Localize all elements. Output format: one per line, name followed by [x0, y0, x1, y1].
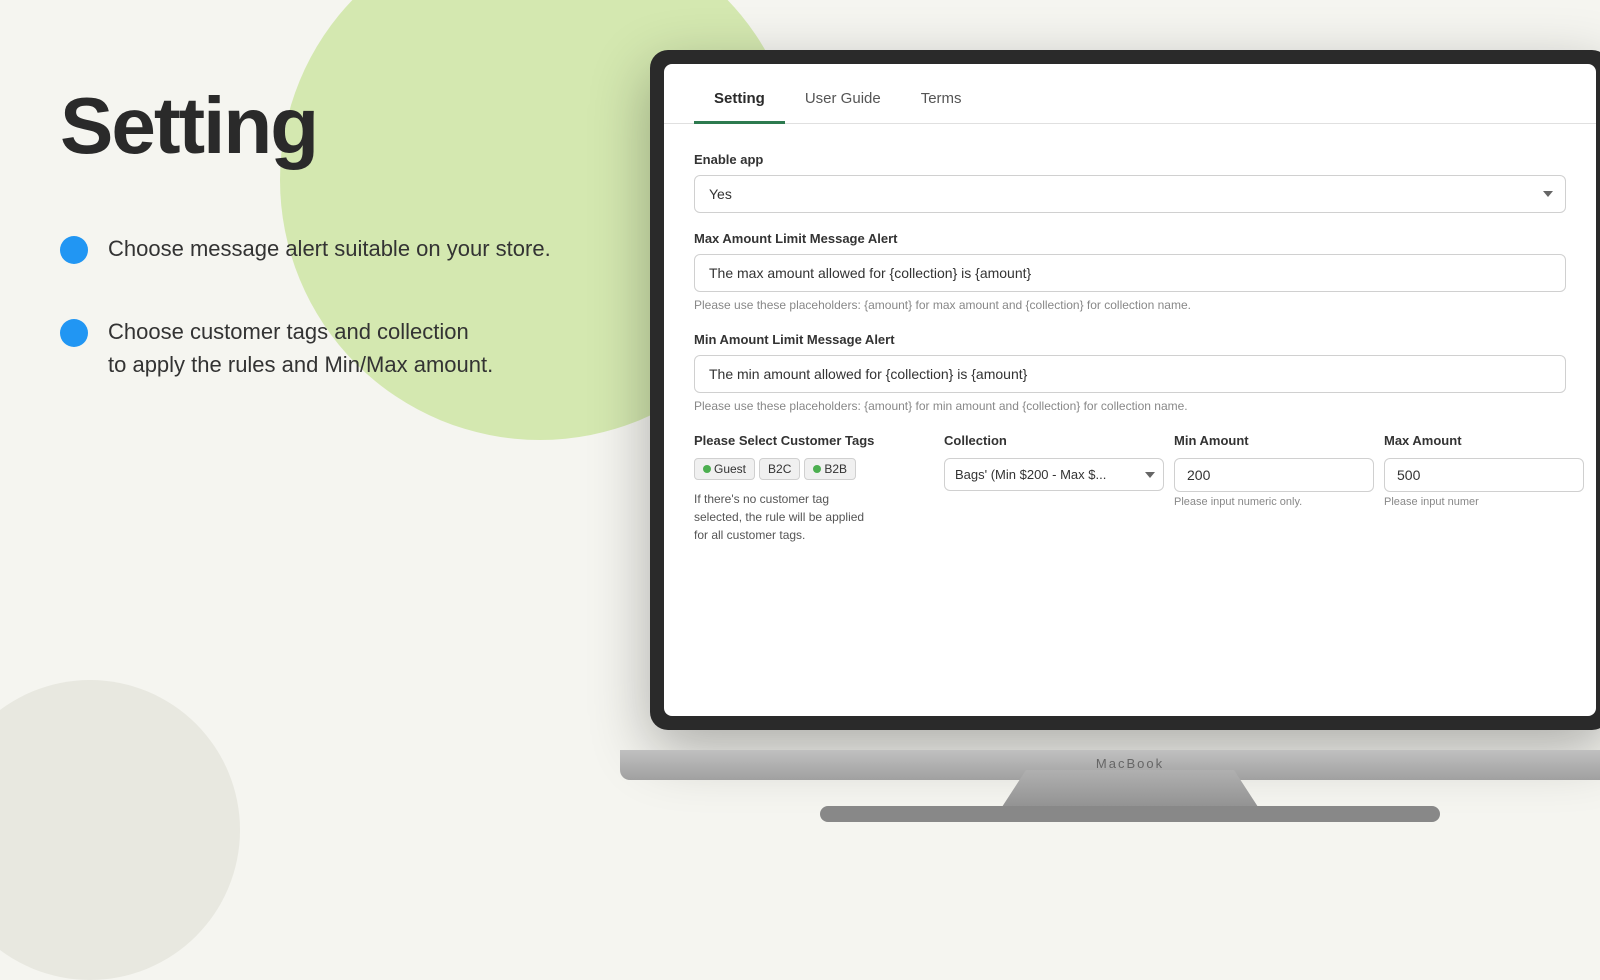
bullet-item-2: Choose customer tags and collectionto ap…: [60, 315, 560, 381]
tag-chip-b2c[interactable]: B2C: [759, 458, 800, 480]
tab-navigation: Setting User Guide Terms: [664, 64, 1596, 124]
note-line-3: for all customer tags.: [694, 526, 934, 544]
tag-dot-guest: [703, 465, 711, 473]
tab-user-guide[interactable]: User Guide: [785, 76, 901, 124]
col-header-min: Min Amount: [1174, 433, 1374, 448]
settings-area: Enable app Yes No Max Amount Limit Messa…: [664, 124, 1596, 716]
enable-app-label: Enable app: [694, 152, 1566, 167]
rules-table: Please Select Customer Tags Collection M…: [694, 433, 1566, 544]
collection-select[interactable]: Bags' (Min $200 - Max $...: [944, 458, 1164, 491]
min-alert-input[interactable]: [694, 355, 1566, 393]
page-title: Setting: [60, 80, 560, 172]
tag-dot-b2b: [813, 465, 821, 473]
tab-setting[interactable]: Setting: [694, 76, 785, 124]
tag-label-guest: Guest: [714, 462, 746, 476]
max-alert-input[interactable]: [694, 254, 1566, 292]
max-amount-input[interactable]: [1384, 458, 1584, 492]
bullet-dot-1: [60, 236, 88, 264]
note-line-1: If there's no customer tag: [694, 490, 934, 508]
min-alert-group: Min Amount Limit Message Alert Please us…: [694, 332, 1566, 413]
min-alert-hint: Please use these placeholders: {amount} …: [694, 399, 1566, 413]
min-alert-label: Min Amount Limit Message Alert: [694, 332, 1566, 347]
col-header-max: Max Amount: [1384, 433, 1584, 448]
table-row: Guest B2C B2B: [694, 458, 1566, 544]
laptop-screen: Setting User Guide Terms Enable app Yes …: [650, 50, 1600, 730]
max-alert-group: Max Amount Limit Message Alert Please us…: [694, 231, 1566, 312]
max-amount-hint: Please input numer: [1384, 496, 1584, 508]
bullet-text-1: Choose message alert suitable on your st…: [108, 232, 551, 265]
laptop-brand: MacBook: [620, 750, 1600, 771]
bullet-dot-2: [60, 319, 88, 347]
tags-cell: Guest B2C B2B: [694, 458, 934, 544]
table-header: Please Select Customer Tags Collection M…: [694, 433, 1566, 448]
collection-cell: Bags' (Min $200 - Max $...: [944, 458, 1164, 491]
enable-app-group: Enable app Yes No: [694, 152, 1566, 213]
bullet-item-1: Choose message alert suitable on your st…: [60, 232, 560, 265]
max-alert-label: Max Amount Limit Message Alert: [694, 231, 1566, 246]
laptop-screen-inner: Setting User Guide Terms Enable app Yes …: [664, 64, 1596, 716]
laptop-wrapper: Setting User Guide Terms Enable app Yes …: [620, 50, 1600, 860]
tags-chips-container: Guest B2C B2B: [694, 458, 934, 480]
min-amount-input[interactable]: [1174, 458, 1374, 492]
min-amount-cell: Please input numeric only.: [1174, 458, 1374, 508]
note-line-2: selected, the rule will be applied: [694, 508, 934, 526]
tag-label-b2c: B2C: [768, 462, 791, 476]
col-header-collection: Collection: [944, 433, 1164, 448]
tag-label-b2b: B2B: [824, 462, 847, 476]
tags-note: If there's no customer tag selected, the…: [694, 490, 934, 544]
tab-terms[interactable]: Terms: [901, 76, 982, 124]
bullet-text-2: Choose customer tags and collectionto ap…: [108, 315, 493, 381]
left-panel: Setting Choose message alert suitable on…: [0, 0, 620, 900]
enable-app-select[interactable]: Yes No: [694, 175, 1566, 213]
max-alert-hint: Please use these placeholders: {amount} …: [694, 298, 1566, 312]
tag-chip-guest[interactable]: Guest: [694, 458, 755, 480]
tag-chip-b2b[interactable]: B2B: [804, 458, 856, 480]
laptop-stand: [1000, 770, 1260, 810]
max-amount-cell: Please input numer: [1384, 458, 1584, 508]
col-header-tags: Please Select Customer Tags: [694, 433, 934, 448]
app-content: Setting User Guide Terms Enable app Yes …: [664, 64, 1596, 716]
laptop-foot: [820, 806, 1440, 822]
min-amount-hint: Please input numeric only.: [1174, 496, 1374, 508]
